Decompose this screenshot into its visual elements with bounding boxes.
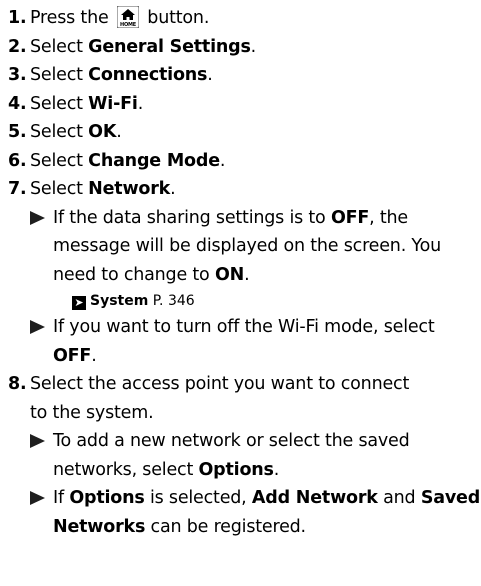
step-number: 8. (8, 374, 27, 394)
reference-page: P. 346 (152, 293, 195, 309)
bullet-triangle-icon (30, 320, 45, 334)
note-text: is selected, (149, 488, 247, 508)
step-text: Select (30, 179, 83, 199)
punctuation: . (244, 264, 250, 285)
menu-option: Change Mode (88, 150, 220, 171)
step-text: Select (30, 150, 83, 171)
home-icon-label: HOME (120, 22, 137, 28)
step-text: Select (30, 93, 83, 114)
menu-option: Add Network (251, 488, 378, 508)
step-1: 1. Press the HOME button. (8, 4, 481, 33)
step-5: 5. Select OK. (8, 118, 481, 147)
step-8-note-2: If Options is selected, Add Network and … (8, 484, 481, 541)
step-number: 4. (8, 93, 27, 114)
note-text: If you want to turn off the Wi-Fi mode, … (53, 317, 435, 337)
menu-option: General Settings (88, 36, 251, 57)
cross-reference[interactable]: ➤ System P. 346 (8, 289, 481, 313)
menu-option: OK (88, 122, 117, 142)
step-4: 4. Select Wi-Fi. (8, 90, 481, 119)
punctuation: . (250, 36, 257, 57)
step-3: 3. Select Connections. (8, 61, 481, 90)
setting-value: OFF (330, 207, 370, 228)
step-7-note-2: If you want to turn off the Wi-Fi mode, … (8, 313, 481, 370)
instruction-list: 1. Press the HOME button. 2. Select Genera… (0, 0, 481, 586)
punctuation: . (91, 345, 97, 366)
note-text: can be registered. (150, 516, 307, 537)
note-text: If (53, 488, 64, 508)
step-7-note-1: If the data sharing settings is to OFF, … (8, 204, 481, 290)
step-text: Select (30, 36, 83, 57)
step-text: Select (30, 65, 83, 85)
setting-value: ON (214, 264, 245, 285)
reference-title: System (90, 293, 149, 309)
home-icon: HOME (116, 6, 139, 28)
note-text: and (383, 488, 416, 508)
menu-option: Network (88, 179, 171, 199)
note-text: If the data sharing settings is to (53, 207, 326, 228)
step-8-note-1: To add a new network or select the saved… (8, 427, 481, 484)
punctuation: . (219, 150, 226, 171)
step-number: 5. (8, 122, 27, 142)
punctuation: . (207, 65, 213, 85)
reference-arrow-icon: ➤ (72, 296, 86, 310)
step-number: 1. (8, 8, 27, 28)
bullet-triangle-icon (30, 491, 45, 505)
menu-option: Wi-Fi (88, 93, 138, 114)
menu-option: Options (69, 488, 145, 508)
step-number: 6. (8, 150, 27, 171)
step-text: Press the (30, 8, 109, 28)
menu-option: Options (198, 459, 274, 480)
punctuation: . (116, 122, 122, 142)
punctuation: . (273, 459, 280, 480)
step-2: 2. Select General Settings. (8, 33, 481, 62)
step-6: 6. Select Change Mode. (8, 147, 481, 176)
step-number: 7. (8, 179, 27, 199)
step-7: 7. Select Network. (8, 175, 481, 204)
bullet-triangle-icon (30, 210, 45, 225)
setting-value: OFF (53, 345, 92, 366)
step-number: 3. (8, 65, 27, 85)
punctuation: . (170, 179, 176, 199)
step-text: button. (147, 8, 210, 28)
step-text: Select (30, 122, 83, 142)
punctuation: . (137, 93, 144, 114)
step-8: 8. Select the access point you want to co… (8, 370, 478, 427)
bullet-triangle-icon (30, 434, 45, 448)
menu-option: Connections (88, 65, 208, 85)
step-text-continued: to the system. (30, 402, 154, 423)
step-text: Select the access point you want to conn… (30, 374, 410, 394)
step-number: 2. (8, 36, 27, 57)
